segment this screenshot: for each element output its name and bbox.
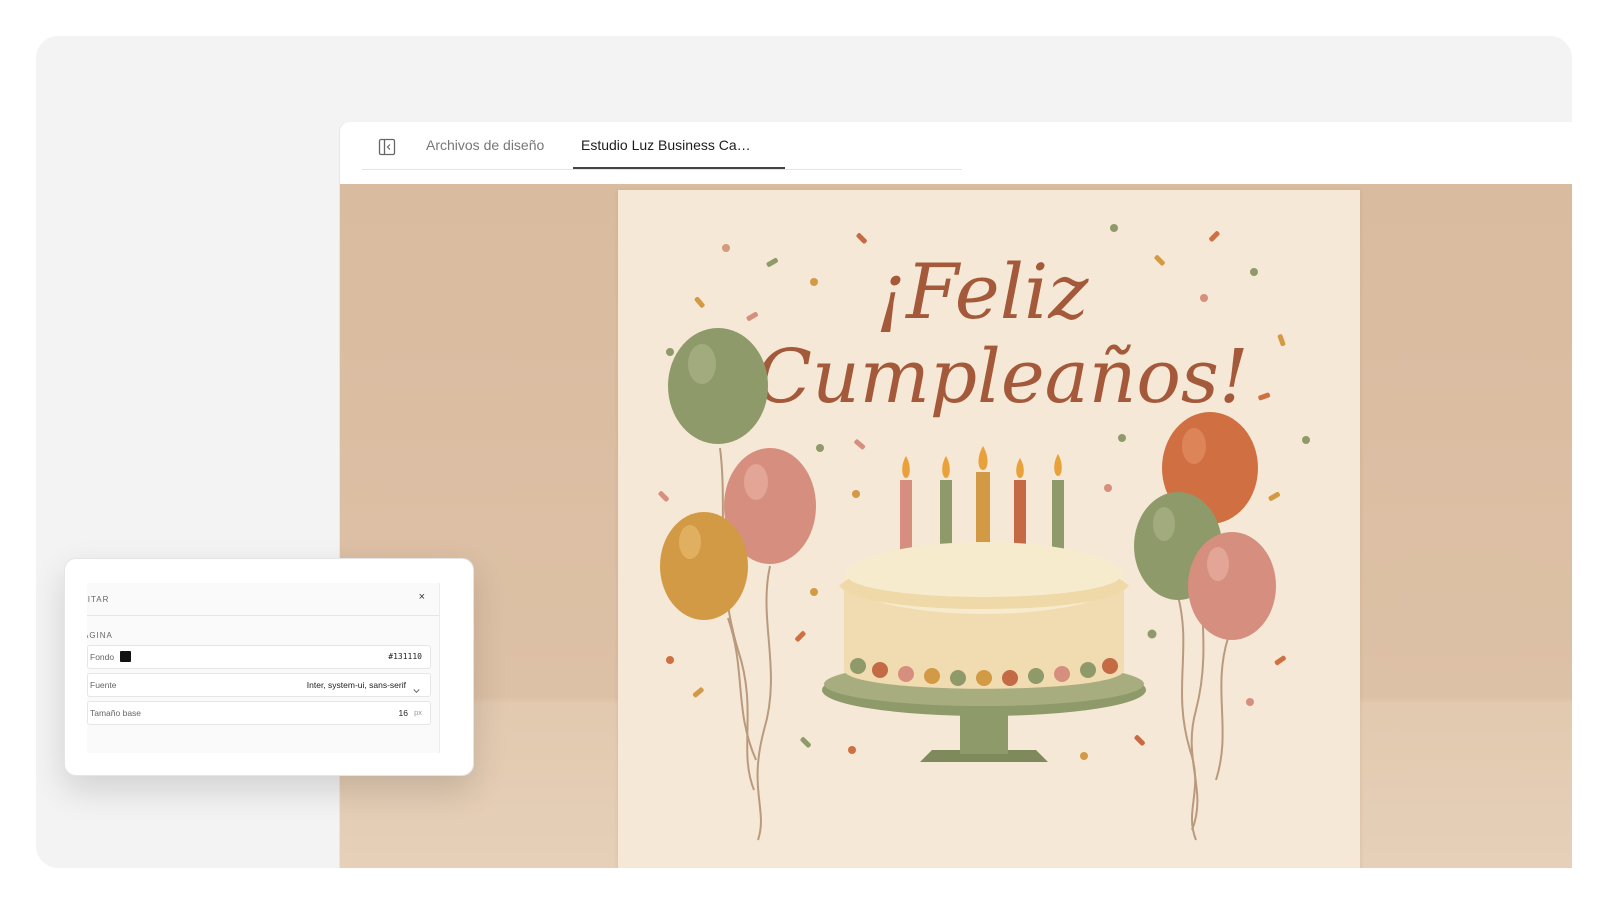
right-balloons xyxy=(1134,412,1276,640)
greeting-line-1: ¡Feliz xyxy=(876,247,1090,336)
editor-panel: DITAR × ÁGINA Fondo #131110 Fuente Inter… xyxy=(64,558,474,776)
chevron-down-icon[interactable] xyxy=(413,681,420,699)
background-value[interactable]: #131110 xyxy=(388,652,422,661)
tab-estudio-luz-business-card[interactable]: Estudio Luz Business Ca… xyxy=(581,136,751,154)
tab-archivos-de-diseno[interactable]: Archivos de diseño xyxy=(426,136,544,154)
tab-bar: Archivos de diseño Estudio Luz Business … xyxy=(340,122,1572,185)
birthday-card-illustration: ¡Feliz Cumpleaños! xyxy=(658,224,1310,841)
font-value[interactable]: Inter, system-ui, sans-serif xyxy=(307,680,406,690)
editor-header: DITAR × xyxy=(87,583,439,616)
base-size-label: Tamaño base xyxy=(90,708,142,718)
background-color-swatch[interactable] xyxy=(120,651,131,662)
font-field[interactable]: Fuente Inter, system-ui, sans-serif xyxy=(87,673,431,697)
cake xyxy=(822,542,1146,762)
background-label: Fondo xyxy=(90,652,115,662)
birthday-card[interactable]: ¡Feliz Cumpleaños! xyxy=(618,190,1360,868)
design-window: Archivos de diseño Estudio Luz Business … xyxy=(340,122,1572,868)
greeting-line-2: Cumpleaños! xyxy=(755,334,1248,420)
editor-section-label: ÁGINA xyxy=(87,631,113,640)
background-field[interactable]: Fondo #131110 xyxy=(87,645,431,669)
font-label: Fuente xyxy=(90,680,117,690)
active-tab-indicator xyxy=(573,167,785,169)
editor-title: DITAR xyxy=(87,595,110,604)
editor-panel-content: DITAR × ÁGINA Fondo #131110 Fuente Inter… xyxy=(87,583,440,753)
design-canvas[interactable]: ¡Feliz Cumpleaños! xyxy=(340,184,1572,868)
base-size-unit: px xyxy=(414,708,422,717)
base-size-value[interactable]: 16 xyxy=(399,708,408,718)
base-size-field[interactable]: Tamaño base 16 px xyxy=(87,701,431,725)
sidebar-toggle-icon[interactable] xyxy=(378,138,396,156)
tab-bar-divider xyxy=(362,169,962,170)
close-icon[interactable]: × xyxy=(419,591,425,603)
